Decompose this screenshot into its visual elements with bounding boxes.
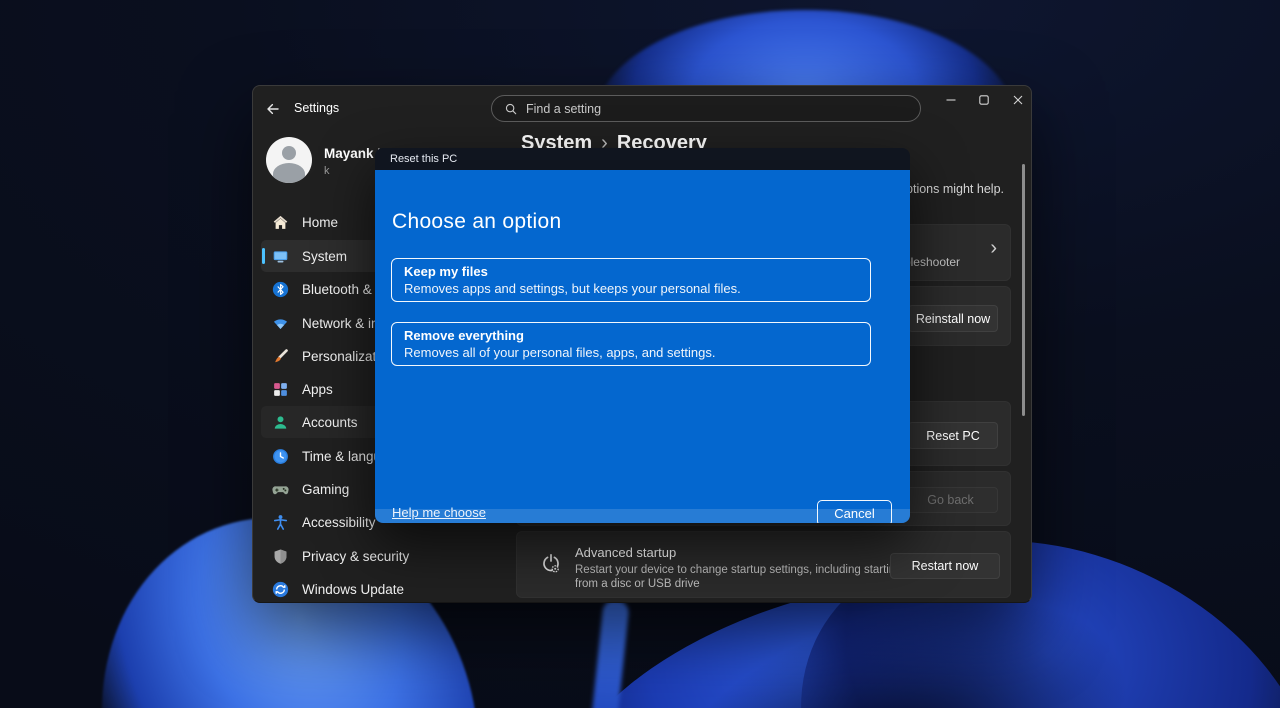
home-icon xyxy=(272,214,289,231)
dialog-body: Choose an option Keep my files Removes a… xyxy=(375,170,910,523)
search-box[interactable] xyxy=(491,95,921,122)
chevron-right-icon: › xyxy=(990,238,997,258)
sidebar-label: Windows Update xyxy=(302,582,404,597)
close-icon xyxy=(1012,94,1024,106)
bluetooth-icon xyxy=(272,281,289,298)
dialog-footer-strip xyxy=(375,509,910,523)
personalization-icon xyxy=(272,348,289,365)
wallpaper-streak xyxy=(588,599,630,708)
app-title: Settings xyxy=(294,101,339,115)
search-input[interactable] xyxy=(526,102,908,116)
sidebar-label: Home xyxy=(302,215,338,230)
option-remove-everything[interactable]: Remove everything Removes all of your pe… xyxy=(391,322,871,366)
privacy-icon xyxy=(272,548,289,565)
sidebar-label: Accessibility xyxy=(302,515,376,530)
avatar-head xyxy=(282,146,296,160)
option-title: Keep my files xyxy=(404,264,858,279)
sidebar-label: Privacy & security xyxy=(302,549,409,564)
windows-update-icon xyxy=(272,581,289,598)
advanced-startup-title: Advanced startup xyxy=(575,545,676,560)
restart-now-button[interactable]: Restart now xyxy=(890,553,1000,579)
minimize-icon xyxy=(945,94,957,106)
sidebar-label: Apps xyxy=(302,382,333,397)
maximize-icon xyxy=(978,94,990,106)
dialog-titlebar[interactable]: Reset this PC xyxy=(375,148,910,170)
reset-this-pc-dialog: Reset this PC Choose an option Keep my f… xyxy=(375,148,910,523)
sidebar-item-windows-update[interactable]: Windows Update xyxy=(261,573,431,605)
back-arrow-icon xyxy=(265,101,281,117)
go-back-button[interactable]: Go back xyxy=(903,487,998,513)
sidebar-label: Accounts xyxy=(302,415,358,430)
minimize-button[interactable] xyxy=(936,90,966,110)
accessibility-icon xyxy=(272,514,289,531)
close-button[interactable] xyxy=(1003,90,1033,110)
desktop: Settings Mayank P k Home System xyxy=(0,0,1280,708)
apps-icon xyxy=(272,381,289,398)
sidebar-item-privacy[interactable]: Privacy & security xyxy=(261,540,431,572)
selected-indicator-pill xyxy=(262,248,265,264)
network-icon xyxy=(272,315,289,332)
time-language-icon xyxy=(272,448,289,465)
advanced-startup-row: Advanced startup Restart your device to … xyxy=(516,531,1011,598)
gaming-icon xyxy=(272,481,289,498)
back-button[interactable] xyxy=(263,99,283,119)
power-gear-icon xyxy=(539,552,563,576)
option-title: Remove everything xyxy=(404,328,858,343)
accounts-icon xyxy=(272,414,289,431)
avatar[interactable] xyxy=(266,137,312,183)
option-description: Removes all of your personal files, apps… xyxy=(404,345,858,360)
dialog-heading: Choose an option xyxy=(392,210,561,234)
option-keep-my-files[interactable]: Keep my files Removes apps and settings,… xyxy=(391,258,871,302)
system-icon xyxy=(272,248,289,265)
user-detail: k xyxy=(324,165,330,177)
search-icon xyxy=(504,102,518,116)
advanced-startup-subtitle-line2: from a disc or USB drive xyxy=(575,578,700,590)
reset-pc-button[interactable]: Reset PC xyxy=(908,422,998,449)
sidebar-label: Gaming xyxy=(302,482,349,497)
reinstall-now-button[interactable]: Reinstall now xyxy=(908,305,998,332)
avatar-body xyxy=(273,163,305,183)
maximize-button[interactable] xyxy=(969,90,999,110)
scrollbar-thumb[interactable] xyxy=(1022,164,1025,416)
sidebar-label: System xyxy=(302,249,347,264)
advanced-startup-subtitle-line1: Restart your device to change startup se… xyxy=(575,564,902,576)
option-description: Removes apps and settings, but keeps you… xyxy=(404,281,858,296)
